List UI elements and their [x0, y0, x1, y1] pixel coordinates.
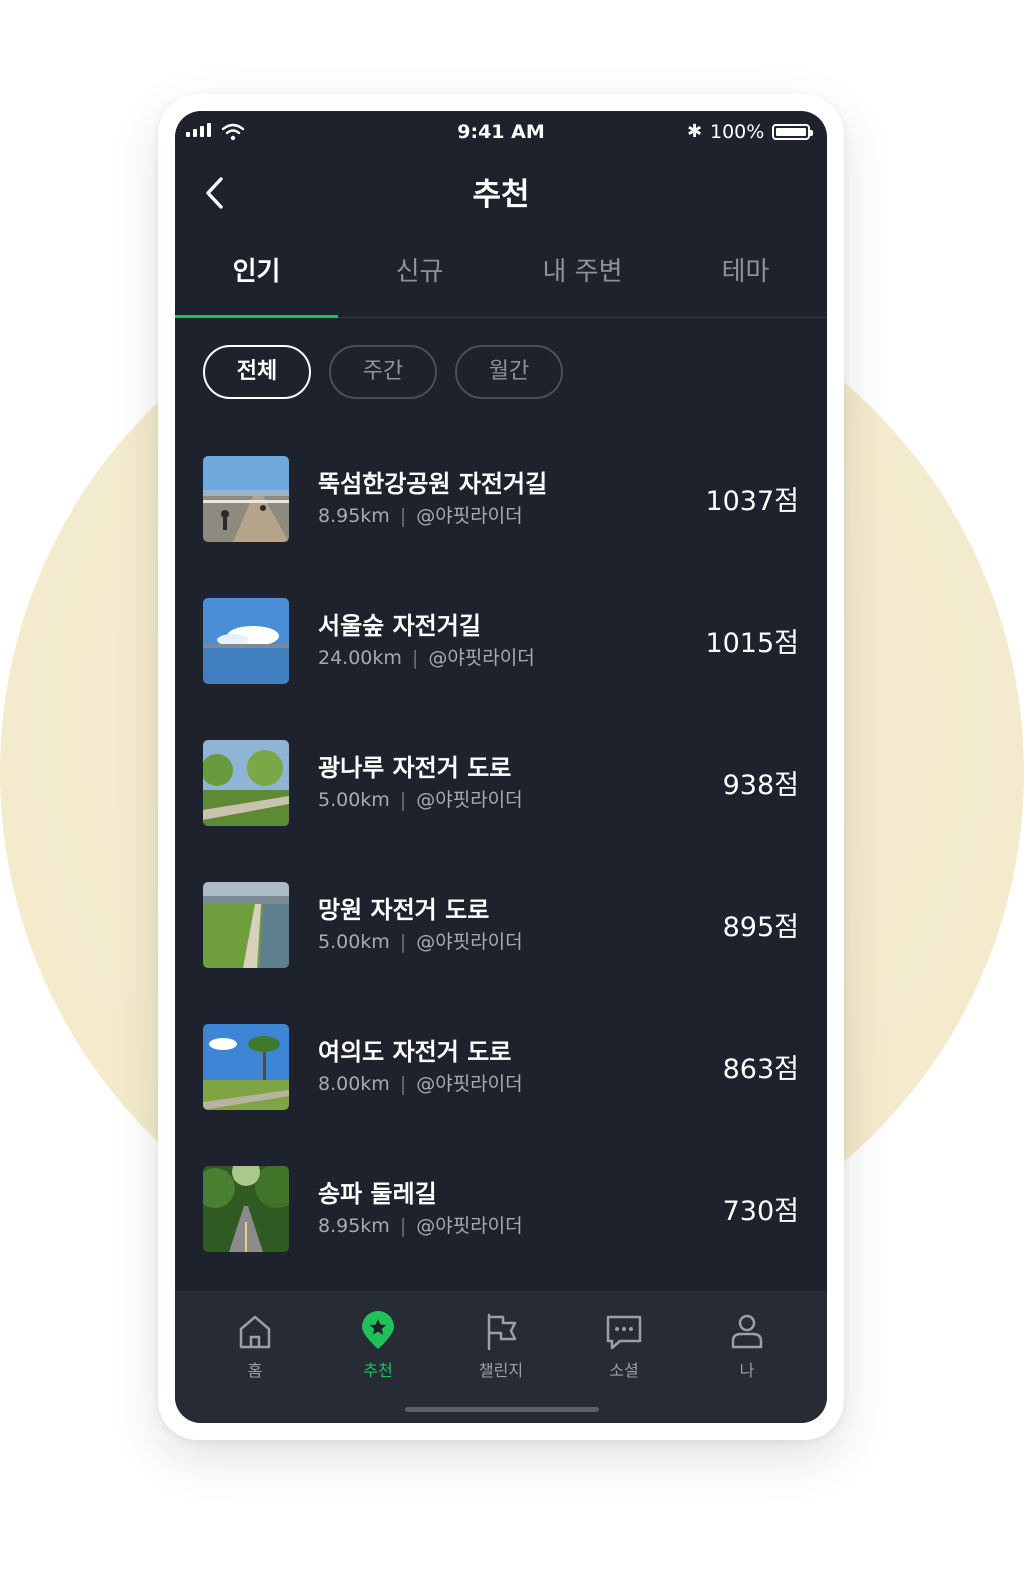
home-indicator[interactable] — [405, 1407, 599, 1412]
chat-icon — [606, 1315, 642, 1350]
route-meta: 8.95km | @야핏라이더 — [318, 501, 523, 528]
battery-percent: 100% — [710, 121, 765, 143]
bottom-tab-challenge[interactable]: 챌린지 — [436, 1311, 566, 1387]
route-distance: 5.00km — [318, 789, 390, 811]
route-author: @야핏라이더 — [416, 505, 523, 527]
bottom-tab-label: 소셜 — [609, 1361, 639, 1380]
route-author: @야핏라이더 — [416, 931, 523, 953]
tab-bar: 인기 신규 내 주변 테마 — [175, 233, 827, 318]
route-thumbnail — [203, 1024, 289, 1110]
route-list-item[interactable]: 서울숲 자전거길 24.00km | @야핏라이더 1015점 — [175, 583, 827, 703]
bottom-tab-recommend[interactable]: 추천 — [313, 1311, 443, 1387]
route-score: 938점 — [722, 770, 799, 801]
route-distance: 24.00km — [318, 647, 402, 669]
route-name: 여의도 자전거 도로 — [318, 1038, 512, 1066]
bottom-tab-label: 홈 — [247, 1361, 263, 1380]
route-score: 730점 — [722, 1196, 799, 1227]
meta-divider: | — [399, 1215, 407, 1237]
route-meta: 8.00km | @야핏라이더 — [318, 1069, 523, 1096]
route-thumbnail — [203, 740, 289, 826]
route-author: @야핏라이더 — [416, 789, 523, 811]
bottom-tab-me[interactable]: 나 — [682, 1311, 812, 1387]
page-title: 추천 — [472, 177, 530, 213]
route-name: 망원 자전거 도로 — [318, 896, 490, 924]
battery-icon — [772, 124, 813, 140]
meta-divider: | — [399, 789, 407, 811]
route-distance: 8.00km — [318, 1073, 390, 1095]
nav-bar: 추천 — [175, 153, 827, 233]
bottom-tab-label: 추천 — [363, 1361, 393, 1380]
route-name: 뚝섬한강공원 자전거길 — [318, 470, 548, 498]
route-author: @야핏라이더 — [416, 1073, 523, 1095]
user-icon — [731, 1314, 763, 1349]
bottom-tab-label: 나 — [739, 1361, 755, 1380]
flag-icon — [487, 1313, 517, 1351]
filter-weekly-chip[interactable]: 주간 — [329, 345, 437, 399]
route-list-item[interactable]: 광나루 자전거 도로 5.00km | @야핏라이더 938점 — [175, 725, 827, 845]
route-distance: 8.95km — [318, 1215, 390, 1237]
route-score: 895점 — [722, 912, 799, 943]
route-name: 서울숲 자전거길 — [318, 612, 481, 640]
star-pin-icon — [362, 1311, 394, 1349]
meta-divider: | — [399, 1073, 407, 1095]
route-meta: 8.95km | @야핏라이더 — [318, 1211, 523, 1238]
bottom-tab-home[interactable]: 홈 — [190, 1311, 320, 1387]
meta-divider: | — [411, 647, 419, 669]
route-thumbnail — [203, 456, 289, 542]
home-icon — [239, 1315, 271, 1349]
tab-theme[interactable]: 테마 — [664, 233, 827, 317]
route-distance: 8.95km — [318, 505, 390, 527]
route-thumbnail — [203, 882, 289, 968]
status-bar: 9:41 AM ✱ 100% — [175, 111, 827, 153]
route-list-item[interactable]: 뚝섬한강공원 자전거길 8.95km | @야핏라이더 1037점 — [175, 441, 827, 561]
bluetooth-icon: ✱ — [687, 121, 703, 142]
app-screen: 9:41 AM ✱ 100% 추천 인기 신규 내 주변 테마 전체 주간 월간 — [175, 111, 827, 1423]
route-author: @야핏라이더 — [428, 647, 535, 669]
route-list-item[interactable]: 망원 자전거 도로 5.00km | @야핏라이더 895점 — [175, 867, 827, 987]
route-author: @야핏라이더 — [416, 1215, 523, 1237]
meta-divider: | — [399, 505, 407, 527]
filter-all-chip[interactable]: 전체 — [203, 345, 311, 399]
route-distance: 5.00km — [318, 931, 390, 953]
route-list-item[interactable]: 송파 둘레길 8.95km | @야핏라이더 730점 — [175, 1151, 827, 1271]
route-name: 송파 둘레길 — [318, 1180, 437, 1208]
tab-nearby[interactable]: 내 주변 — [501, 233, 664, 317]
route-meta: 24.00km | @야핏라이더 — [318, 643, 535, 670]
route-thumbnail — [203, 1166, 289, 1252]
route-thumbnail — [203, 598, 289, 684]
route-score: 1015점 — [705, 628, 799, 659]
route-meta: 5.00km | @야핏라이더 — [318, 785, 523, 812]
bottom-tab-social[interactable]: 소셜 — [559, 1311, 689, 1387]
tab-new[interactable]: 신규 — [338, 233, 501, 317]
route-list-item[interactable]: 여의도 자전거 도로 8.00km | @야핏라이더 863점 — [175, 1009, 827, 1129]
bottom-tab-label: 챌린지 — [478, 1361, 524, 1380]
route-score: 1037점 — [705, 486, 799, 517]
tab-popular[interactable]: 인기 — [175, 233, 338, 318]
route-score: 863점 — [722, 1054, 799, 1085]
bottom-tab-bar: 홈 추천 챌린지 소셜 나 — [175, 1291, 827, 1423]
period-filter: 전체 주간 월간 — [203, 345, 563, 399]
route-name: 광나루 자전거 도로 — [318, 754, 512, 782]
route-meta: 5.00km | @야핏라이더 — [318, 927, 523, 954]
filter-monthly-chip[interactable]: 월간 — [455, 345, 563, 399]
meta-divider: | — [399, 931, 407, 953]
